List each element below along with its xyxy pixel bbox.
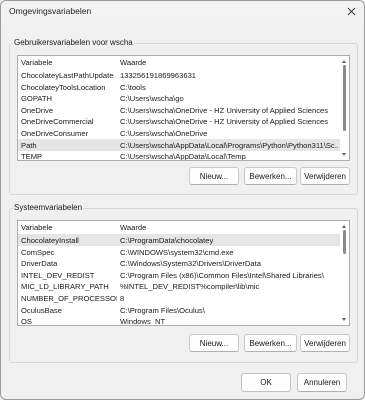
system-new-button[interactable]: Nieuw... — [189, 334, 239, 352]
variable-name: MIC_LD_LIBRARY_PATH — [21, 282, 109, 292]
variable-name: Path — [21, 140, 37, 150]
variable-value: C:\Program Files (x86)\Common Files\Inte… — [120, 270, 324, 280]
variable-value: C:\Users\wscha\OneDrive - HZ University … — [120, 117, 329, 127]
system-delete-button[interactable]: Verwijderen — [300, 334, 350, 352]
list-row[interactable]: TEMP C:\Users\wscha\AppData\Local\Temp — [18, 150, 349, 161]
variable-name: OneDrive — [21, 105, 54, 115]
variable-value: C:\tools — [120, 82, 146, 92]
variable-value: C:\Users\wscha\OneDrive — [120, 129, 208, 138]
list-row[interactable]: GOPATH C:\Users\wscha\go — [18, 92, 349, 104]
variable-value: 8 — [120, 294, 125, 303]
scrollbar-thumb[interactable] — [343, 65, 346, 131]
list-row[interactable]: OculusBase C:\Program Files\Oculus\ — [18, 304, 349, 316]
list-row[interactable]: OneDriveCommercial C:\Users\wscha\OneDriv… — [18, 115, 349, 127]
variable-value: C:\WINDOWS\system32\cmd.exe — [120, 247, 234, 257]
list-row[interactable]: Path C:\Users\wscha\AppData\Local\Program… — [18, 138, 349, 151]
variable-name: ComSpec — [21, 247, 55, 257]
system-variables-label: Systeemvariabelen — [13, 203, 84, 212]
list-row[interactable]: ChocolateyToolsLocation C:\tools — [18, 81, 349, 93]
list-row[interactable]: DriverData C:\Windows\System32\Drivers\Dr… — [18, 257, 349, 269]
variable-name: OS — [21, 317, 32, 326]
variable-name: ChocolateyLastPathUpdate — [21, 71, 114, 80]
user-variables-list[interactable]: Variabele Waarde ChocolateyLastPathUpdat… — [17, 55, 350, 161]
list-row[interactable]: OS Windows_NT — [18, 315, 349, 326]
system-edit-button[interactable]: Bewerken... — [244, 334, 297, 352]
list-row[interactable]: ComSpec C:\WINDOWS\system32\cmd.exe — [18, 246, 349, 258]
variable-name: NUMBER_OF_PROCESSORS — [21, 294, 117, 303]
variable-name: OneDriveConsumer — [21, 129, 89, 138]
list-row[interactable]: ChocolateyLastPathUpdate 1332561918699636… — [18, 69, 349, 81]
variable-value: %INTEL_DEV_REDIST%compiler\lib\mic — [120, 282, 260, 292]
variable-name: ChocolateyToolsLocation — [21, 82, 106, 92]
list-row[interactable]: MIC_LD_LIBRARY_PATH %INTEL_DEV_REDIST%com… — [18, 280, 349, 292]
variable-name: ChocolateyInstall — [21, 236, 79, 245]
variable-value: C:\Users\wscha\go — [120, 94, 184, 104]
variable-name: DriverData — [21, 259, 58, 269]
column-header-value[interactable]: Waarde — [120, 223, 338, 232]
user-list-scrollbar[interactable] — [340, 56, 349, 160]
variable-value: 133256191869963631 — [120, 71, 197, 80]
variable-name: GOPATH — [21, 94, 52, 104]
close-button[interactable] — [342, 3, 360, 20]
variable-value: C:\Users\wscha\AppData\Local\Temp — [120, 152, 246, 161]
cancel-button[interactable]: Annuleren — [297, 373, 347, 392]
list-row[interactable]: OneDrive C:\Users\wscha\OneDrive - HZ Uni… — [18, 104, 349, 116]
window-title: Omgevingsvariabelen — [9, 6, 92, 16]
user-new-button[interactable]: Nieuw... — [189, 167, 239, 185]
user-delete-button[interactable]: Verwijderen — [300, 167, 350, 185]
list-header[interactable]: Variabele Waarde — [18, 221, 349, 233]
variable-value: Windows_NT — [120, 317, 166, 326]
variable-name: OculusBase — [21, 305, 62, 315]
column-header-variable[interactable]: Variabele — [21, 223, 117, 232]
environment-variables-dialog: Omgevingsvariabelen Gebruikersvariabelen… — [0, 0, 365, 400]
scroll-down-arrow-icon[interactable] — [342, 318, 346, 321]
scroll-up-arrow-icon[interactable] — [342, 60, 346, 63]
list-row[interactable]: INTEL_DEV_REDIST C:\Program Files (x86)\C… — [18, 269, 349, 281]
scroll-up-arrow-icon[interactable] — [342, 225, 346, 228]
system-list-scrollbar[interactable] — [340, 221, 349, 325]
user-edit-button[interactable]: Bewerken... — [244, 167, 297, 185]
title-bar[interactable]: Omgevingsvariabelen — [1, 1, 364, 23]
column-header-value[interactable]: Waarde — [120, 58, 338, 67]
variable-value: C:\Users\wscha\OneDrive - HZ University … — [120, 105, 329, 115]
variable-name: OneDriveCommercial — [21, 117, 94, 127]
ok-button[interactable]: OK — [241, 373, 291, 392]
scroll-down-arrow-icon[interactable] — [342, 153, 346, 156]
variable-value: C:\Program Files\Oculus\ — [120, 305, 205, 315]
scrollbar-thumb[interactable] — [343, 230, 346, 254]
variable-name: TEMP — [21, 152, 43, 161]
list-row[interactable]: ChocolateyInstall C:\ProgramData\chocolat… — [18, 234, 349, 246]
list-row[interactable]: NUMBER_OF_PROCESSORS 8 — [18, 292, 349, 304]
variable-value: C:\ProgramData\chocolatey — [120, 236, 214, 245]
close-icon — [347, 7, 355, 16]
list-header[interactable]: Variabele Waarde — [18, 56, 349, 68]
list-row[interactable]: OneDriveConsumer C:\Users\wscha\OneDrive — [18, 127, 349, 139]
variable-name: INTEL_DEV_REDIST — [21, 270, 95, 280]
variable-value: C:\Users\wscha\AppData\Local\Programs\Py… — [120, 140, 338, 150]
column-header-variable[interactable]: Variabele — [21, 58, 117, 67]
user-variables-label: Gebruikersvariabelen voor wscha — [13, 38, 134, 47]
system-variables-list[interactable]: Variabele Waarde ChocolateyInstall C:\Pro… — [17, 220, 350, 326]
variable-value: C:\Windows\System32\Drivers\DriverData — [120, 259, 261, 269]
